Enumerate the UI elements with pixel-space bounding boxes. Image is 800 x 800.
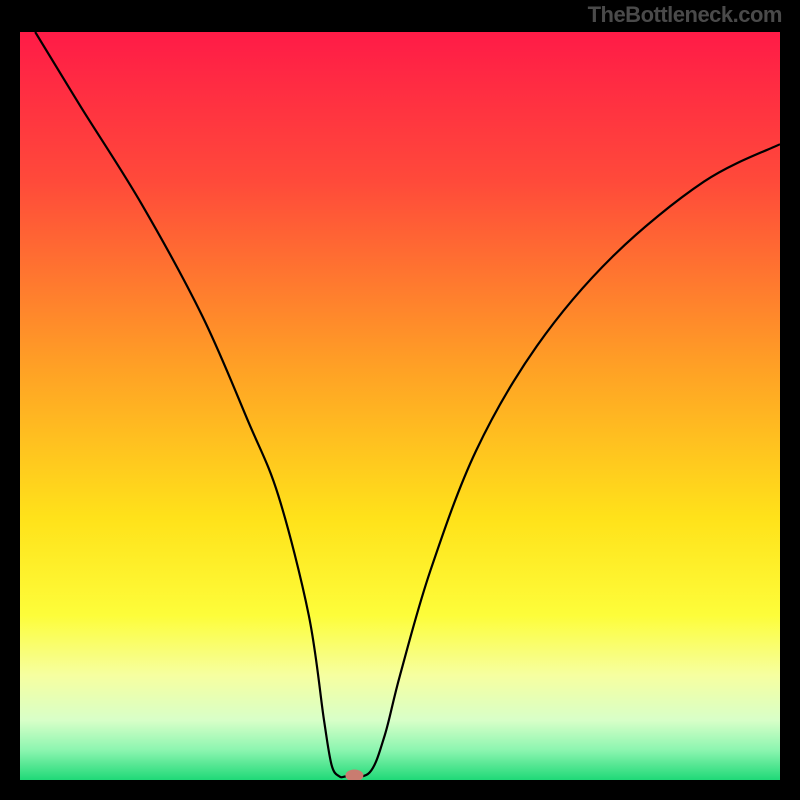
chart-plot-area: [20, 32, 780, 780]
chart-frame: TheBottleneck.com: [0, 0, 800, 800]
chart-svg: [20, 32, 780, 780]
chart-background: [20, 32, 780, 780]
watermark-text: TheBottleneck.com: [588, 2, 782, 28]
